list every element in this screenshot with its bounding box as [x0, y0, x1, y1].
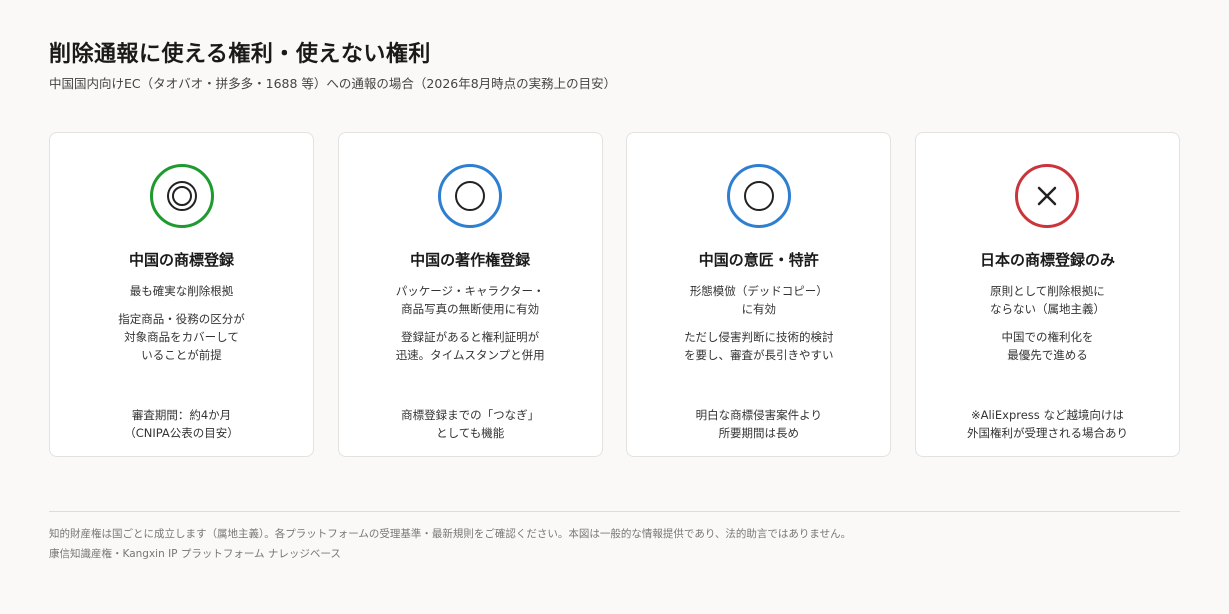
- card-description: パッケージ・キャラクター・ 商品写真の無断使用に有効 登録証があると権利証明が …: [339, 282, 602, 374]
- footer-divider: [49, 511, 1180, 512]
- page-title: 削除通報に使える権利・使えない権利: [49, 42, 431, 67]
- card-title: 中国の商標登録: [128, 251, 234, 269]
- card-note: 商標登録までの「つなぎ」 としても機能: [401, 408, 540, 440]
- double-circle-icon: [149, 164, 214, 228]
- footer-source: 康信知識産権・Kangxin IP プラットフォーム ナレッジベース: [49, 548, 341, 560]
- page-subtitle: 中国国内向けEC（タオバオ・拼多多・1688 等）への通報の場合（2026年8月…: [49, 76, 617, 91]
- card-china-trademark: 中国の商標登録 最も確実な削除根拠 指定商品・役務の区分が 対象商品をカバーして…: [49, 132, 314, 457]
- card-note: 明白な商標侵害案件より 所要期間は長め: [695, 408, 822, 440]
- card-line: パッケージ・キャラクター・ 商品写真の無断使用に有効: [395, 284, 545, 316]
- card-china-design-patent: 中国の意匠・特許 形態模倣（デッドコピー） に有効 ただし侵害判断に技術的検討 …: [626, 132, 892, 457]
- card-line: 中国での権利化を 最優先で進める: [1001, 330, 1094, 362]
- card-note: 審査期間：約4か月 （CNIPA公表の目安）: [124, 408, 239, 440]
- card-line: 最も確実な削除根拠: [129, 284, 234, 298]
- circle-icon: [726, 164, 791, 228]
- card-line: 指定商品・役務の区分が 対象商品をカバーして いることが前提: [118, 312, 245, 362]
- card-title: 日本の商標登録のみ: [979, 251, 1115, 269]
- card-japan-trademark-only: 日本の商標登録のみ 原則として削除根拠に ならない（属地主義） 中国での権利化を…: [914, 132, 1180, 457]
- card-line: 原則として削除根拠に ならない（属地主義）: [989, 284, 1105, 316]
- card-line: ただし侵害判断に技術的検討 を要し、審査が長引きやすい: [684, 330, 834, 362]
- card-title: 中国の著作権登録: [410, 251, 531, 269]
- rights-cards: 中国の商標登録 最も確実な削除根拠 指定商品・役務の区分が 対象商品をカバーして…: [49, 132, 1180, 457]
- circle-icon: [438, 164, 503, 228]
- card-note: ※AliExpress など越境向けは 外国権利が受理される場合あり: [966, 408, 1128, 440]
- card-china-copyright: 中国の著作権登録 パッケージ・キャラクター・ 商品写真の無断使用に有効 登録証が…: [337, 132, 603, 457]
- cross-icon: [1015, 164, 1080, 228]
- card-description: 形態模倣（デッドコピー） に有効 ただし侵害判断に技術的検討 を要し、審査が長引…: [627, 282, 890, 374]
- card-description: 最も確実な削除根拠 指定商品・役務の区分が 対象商品をカバーして いることが前提: [50, 282, 313, 374]
- card-description: 原則として削除根拠に ならない（属地主義） 中国での権利化を 最優先で進める: [916, 282, 1179, 374]
- card-line: 登録証があると権利証明が 迅速。タイムスタンプと併用: [395, 330, 545, 362]
- footer-disclaimer: 知的財産権は国ごとに成立します（属地主義）。各プラットフォームの受理基準・最新規…: [49, 528, 852, 540]
- page: 削除通報に使える権利・使えない権利 中国国内向けEC（タオバオ・拼多多・1688…: [0, 0, 1229, 614]
- card-title: 中国の意匠・特許: [698, 251, 819, 269]
- card-line: 形態模倣（デッドコピー） に有効: [689, 284, 828, 316]
